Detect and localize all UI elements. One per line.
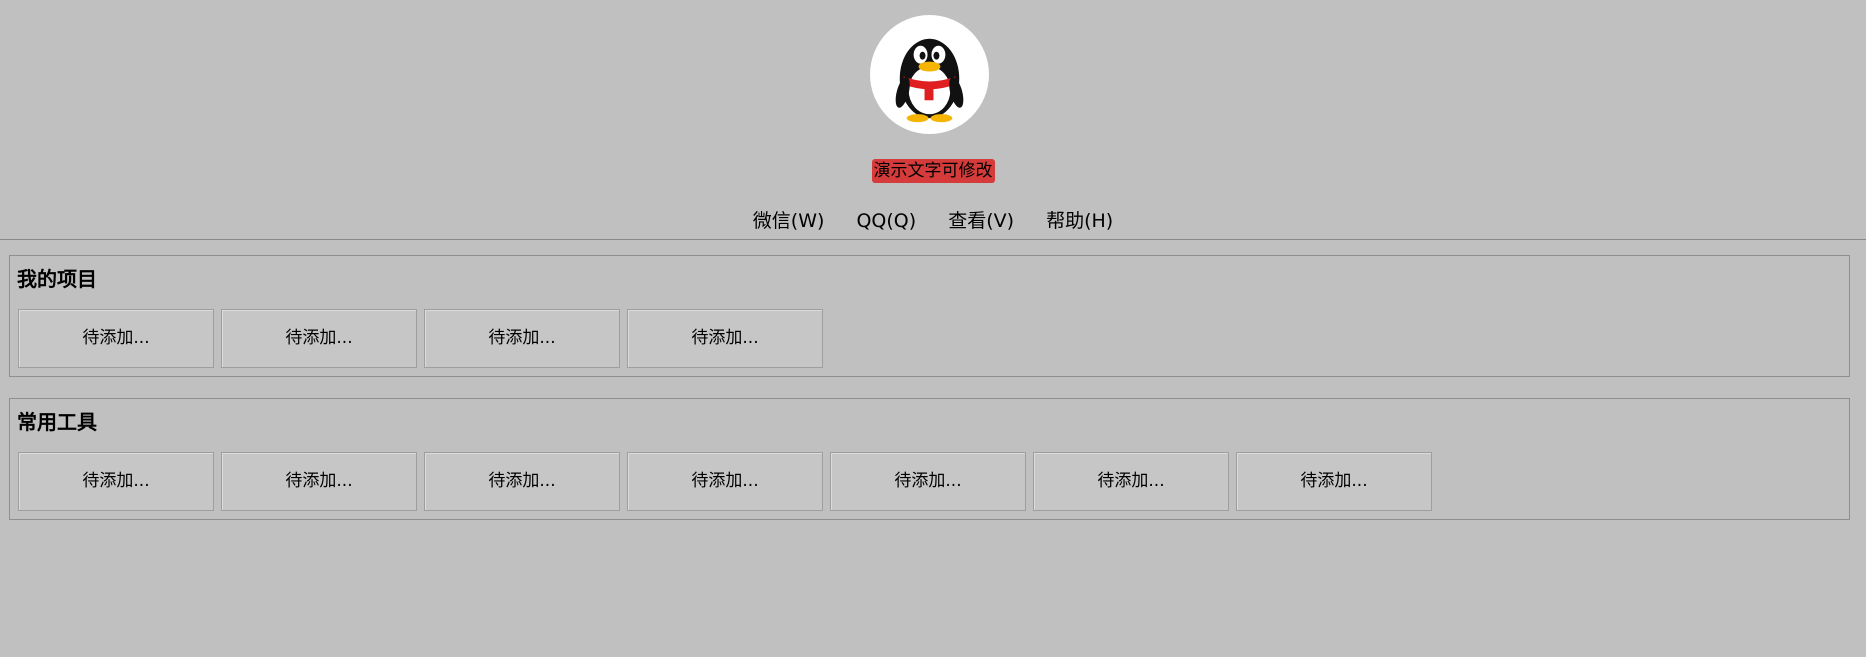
placeholder-button[interactable]: 待添加... — [830, 452, 1026, 511]
menu-item-qq[interactable]: QQ(Q) — [856, 208, 916, 234]
group-title-my-projects: 我的项目 — [17, 267, 97, 291]
placeholder-button[interactable]: 待添加... — [221, 452, 417, 511]
placeholder-button[interactable]: 待添加... — [424, 452, 620, 511]
placeholder-button[interactable]: 待添加... — [1236, 452, 1432, 511]
button-row-common-tools: 待添加... 待添加... 待添加... 待添加... 待添加... 待添加..… — [18, 452, 1432, 512]
banner-text: 演示文字可修改 — [871, 159, 995, 183]
menu-item-view[interactable]: 查看(V) — [948, 208, 1014, 234]
placeholder-button[interactable]: 待添加... — [18, 452, 214, 511]
menu-bar: 微信(W) QQ(Q) 查看(V) 帮助(H) — [0, 208, 1866, 240]
placeholder-button[interactable]: 待添加... — [627, 309, 823, 368]
avatar[interactable] — [870, 15, 989, 134]
placeholder-button[interactable]: 待添加... — [18, 309, 214, 368]
placeholder-button[interactable]: 待添加... — [424, 309, 620, 368]
app-header: 演示文字可修改 微信(W) QQ(Q) 查看(V) 帮助(H) — [0, 0, 1866, 240]
placeholder-button[interactable]: 待添加... — [627, 452, 823, 511]
group-title-common-tools: 常用工具 — [17, 410, 97, 434]
placeholder-button[interactable]: 待添加... — [1033, 452, 1229, 511]
button-row-my-projects: 待添加... 待添加... 待添加... 待添加... — [18, 309, 823, 369]
group-common-tools: 常用工具 待添加... 待添加... 待添加... 待添加... 待添加... … — [9, 398, 1850, 520]
menu-item-wechat[interactable]: 微信(W) — [753, 208, 825, 234]
qq-penguin-icon — [895, 38, 964, 123]
placeholder-button[interactable]: 待添加... — [221, 309, 417, 368]
menu-item-help[interactable]: 帮助(H) — [1046, 208, 1113, 234]
group-my-projects: 我的项目 待添加... 待添加... 待添加... 待添加... — [9, 255, 1850, 377]
